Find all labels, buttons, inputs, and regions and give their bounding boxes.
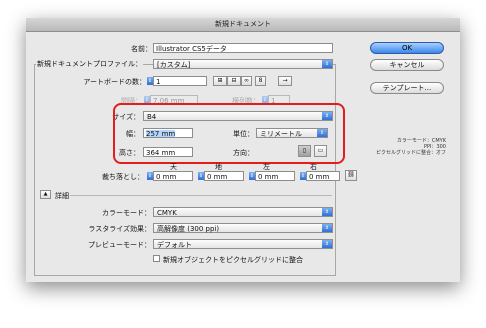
- link-bleed-icon[interactable]: ⛓: [345, 170, 357, 181]
- profile-select[interactable]: [カスタム] ⇕: [153, 59, 333, 69]
- bleed-right-input[interactable]: 0 mm: [306, 171, 340, 181]
- cancel-button[interactable]: キャンセル: [370, 59, 444, 71]
- artboard-count-input[interactable]: 1: [153, 76, 207, 86]
- chevron-updown-icon: ⇕: [322, 60, 332, 68]
- profile-value: [カスタム]: [157, 61, 191, 69]
- align-pixel-grid-checkbox[interactable]: [153, 255, 160, 262]
- disclosure-triangle-icon[interactable]: ▲: [40, 190, 51, 199]
- summary-pixel-grid: ピクセルグリッドに整合：オフ: [375, 150, 446, 156]
- chevron-updown-icon: ⇕: [322, 240, 332, 248]
- ok-button[interactable]: OK: [370, 42, 444, 54]
- layout-direction-button[interactable]: →: [278, 76, 292, 86]
- window-title: 新規ドキュメント: [26, 18, 460, 32]
- bleed-top-input[interactable]: 0 mm: [153, 171, 193, 181]
- chevron-updown-icon: ⇕: [322, 224, 332, 232]
- grid-by-row-icon[interactable]: ⊞: [213, 76, 227, 86]
- arrange-by-column-icon[interactable]: 8: [255, 76, 266, 86]
- profile-label: 新規ドキュメントプロファイル：: [36, 59, 143, 69]
- bleed-label: 裁ち落とし：: [102, 173, 144, 181]
- summary-info: カラーモード：CMYK PPI：300 ピクセルグリッドに整合：オフ: [346, 138, 446, 156]
- arrange-by-row-icon[interactable]: ∞: [241, 76, 252, 86]
- preview-mode-label: プレビューモード：: [88, 241, 151, 249]
- color-mode-select[interactable]: CMYK ⇕: [153, 207, 333, 217]
- bleed-bottom-input[interactable]: 0 mm: [204, 171, 244, 181]
- highlight-box: [113, 103, 345, 164]
- preview-mode-value: デフォルト: [157, 241, 192, 249]
- templates-button[interactable]: テンプレート...: [370, 82, 444, 94]
- raster-effects-label: ラスタライズ効果：: [88, 225, 151, 233]
- raster-effects-value: 高解像度 (300 ppi): [157, 225, 220, 233]
- chevron-updown-icon: ⇕: [322, 208, 332, 216]
- preview-mode-select[interactable]: デフォルト ⇕: [153, 239, 333, 249]
- grid-by-column-icon[interactable]: ⊟: [227, 76, 241, 86]
- raster-effects-select[interactable]: 高解像度 (300 ppi) ⇕: [153, 223, 333, 233]
- align-pixel-grid-label: 新規オブジェクトをピクセルグリッドに整合: [163, 256, 303, 264]
- advanced-label: 詳細: [55, 192, 69, 200]
- name-label: 名前：: [131, 45, 152, 53]
- new-document-dialog: 新規ドキュメント 名前： Illustrator CS5データ 新規ドキュメント…: [26, 18, 460, 282]
- artboard-count-label: アートボードの数：: [83, 78, 146, 86]
- advanced-divider: [70, 195, 332, 196]
- bleed-left-input[interactable]: 0 mm: [255, 171, 295, 181]
- color-mode-label: カラーモード：: [102, 209, 151, 217]
- name-input[interactable]: Illustrator CS5データ: [153, 43, 333, 53]
- color-mode-value: CMYK: [157, 209, 177, 217]
